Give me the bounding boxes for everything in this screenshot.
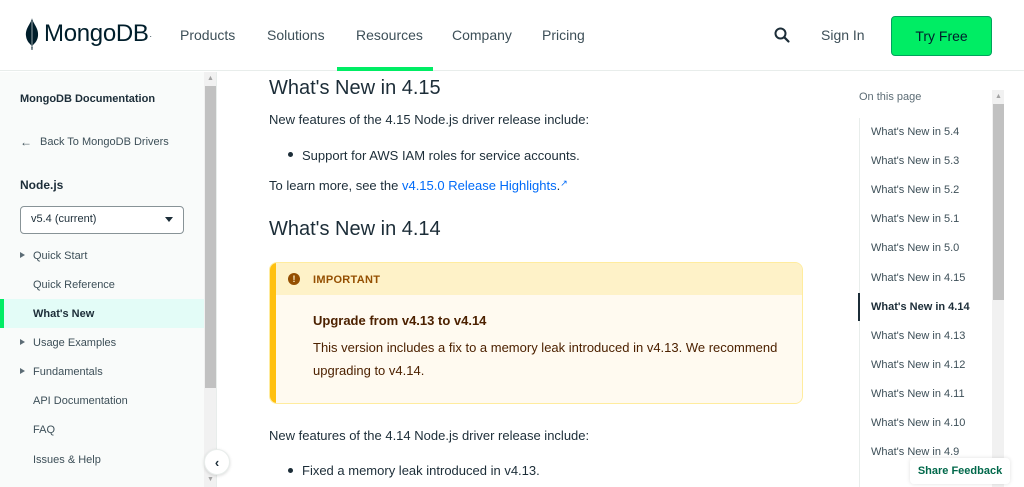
- try-free-button[interactable]: Try Free: [891, 16, 992, 56]
- top-navigation: MongoDB. Products Solutions Resources Co…: [0, 0, 1024, 71]
- back-link-label: Back To MongoDB Drivers: [40, 136, 169, 148]
- nav-active-indicator: [337, 67, 433, 71]
- sidebar-item-label: Issues & Help: [33, 453, 101, 466]
- sidebar-item-api-documentation[interactable]: API Documentation: [0, 386, 204, 415]
- toc-item[interactable]: What's New in 5.0: [871, 242, 959, 254]
- list-item: Fixed a memory leak introduced in v4.13.: [302, 463, 540, 478]
- external-link-icon: ↗: [560, 178, 568, 188]
- callout-title: Upgrade from v4.13 to v4.14: [313, 313, 487, 328]
- sidebar-item-issues-help[interactable]: Issues & Help: [0, 445, 204, 474]
- important-callout: Upgrade from v4.13 to v4.14 This version…: [269, 262, 803, 404]
- sign-in-link[interactable]: Sign In: [821, 27, 865, 43]
- back-link[interactable]: ← Back To MongoDB Drivers: [20, 135, 169, 149]
- sidebar-scrollbar-thumb[interactable]: [205, 86, 216, 388]
- share-feedback-button[interactable]: Share Feedback: [910, 458, 1010, 484]
- toc-active-indicator: [858, 293, 860, 321]
- caret-down-icon: [165, 217, 173, 222]
- leaf-icon: [25, 18, 39, 50]
- sidebar-section-title: Node.js: [20, 178, 64, 192]
- paragraph-415-intro: New features of the 4.15 Node.js driver …: [269, 112, 590, 127]
- release-highlights-link[interactable]: v4.15.0 Release Highlights: [402, 178, 557, 193]
- toc-item[interactable]: What's New in 5.3: [871, 155, 959, 167]
- caret-right-icon: [20, 368, 25, 374]
- nav-resources[interactable]: Resources: [356, 27, 423, 43]
- sidebar-item-label: API Documentation: [33, 394, 128, 407]
- sidebar-item-label: Quick Start: [33, 249, 88, 262]
- toc-item[interactable]: What's New in 4.9: [871, 446, 959, 458]
- list-item: Support for AWS IAM roles for service ac…: [302, 148, 580, 163]
- arrow-left-icon: ←: [20, 135, 32, 149]
- callout-text: This version includes a fix to a memory …: [313, 340, 778, 378]
- logo-text: MongoDB: [44, 20, 149, 47]
- callout-body: Upgrade from v4.13 to v4.14 This version…: [270, 295, 802, 403]
- sidebar-title: MongoDB Documentation: [20, 93, 156, 105]
- sidebar-item-usage-examples[interactable]: Usage Examples: [0, 328, 204, 357]
- nav-pricing[interactable]: Pricing: [542, 27, 585, 43]
- caret-right-icon: [20, 339, 25, 345]
- callout-label: IMPORTANT: [313, 274, 381, 286]
- toc-item[interactable]: What's New in 4.13: [871, 330, 965, 342]
- toc-item[interactable]: What's New in 5.2: [871, 184, 959, 196]
- bullet-icon: [288, 152, 293, 157]
- paragraph-learn-more: To learn more, see the v4.15.0 Release H…: [269, 178, 568, 193]
- heading-whats-new-414: What's New in 4.14: [269, 218, 441, 240]
- paragraph-414-intro: New features of the 4.14 Node.js driver …: [269, 428, 590, 443]
- heading-whats-new-415: What's New in 4.15: [269, 77, 441, 99]
- logo-registered-mark: .: [149, 29, 152, 39]
- chevron-left-icon: ‹: [214, 454, 220, 470]
- toc-item[interactable]: What's New in 5.1: [871, 213, 959, 225]
- mongodb-logo[interactable]: MongoDB.: [24, 18, 152, 50]
- scroll-up-icon[interactable]: ▲: [995, 93, 1002, 100]
- toc-item-active[interactable]: What's New in 4.14: [871, 301, 970, 313]
- callout-accent-bar: [270, 263, 276, 403]
- sidebar-item-faq[interactable]: FAQ: [0, 415, 204, 444]
- sidebar-item-whats-new[interactable]: What's New: [0, 299, 204, 328]
- scroll-down-icon[interactable]: ▼: [207, 476, 214, 483]
- learn-more-prefix: To learn more, see the: [269, 178, 402, 193]
- collapse-sidebar-button[interactable]: ‹: [204, 449, 230, 475]
- sidebar-item-quick-start[interactable]: Quick Start: [0, 241, 204, 270]
- sidebar-item-label: What's New: [33, 307, 95, 320]
- nav-company[interactable]: Company: [452, 27, 512, 43]
- toc-scrollbar-thumb[interactable]: [993, 104, 1004, 300]
- caret-right-icon: [20, 252, 25, 258]
- nav-solutions[interactable]: Solutions: [267, 27, 325, 43]
- toc-heading: On this page: [859, 91, 922, 103]
- sidebar-item-label: Usage Examples: [33, 336, 117, 349]
- important-icon: !: [288, 273, 300, 285]
- left-sidebar: MongoDB Documentation ← Back To MongoDB …: [0, 72, 217, 487]
- sidebar-item-label: FAQ: [33, 423, 56, 436]
- sidebar-item-quick-reference[interactable]: Quick Reference: [0, 270, 204, 299]
- search-icon[interactable]: [773, 26, 791, 44]
- version-select[interactable]: v5.4 (current): [20, 206, 184, 234]
- version-select-value: v5.4 (current): [31, 213, 97, 225]
- toc-item[interactable]: What's New in 4.15: [871, 272, 965, 284]
- sidebar-item-fundamentals[interactable]: Fundamentals: [0, 357, 204, 386]
- toc-item[interactable]: What's New in 5.4: [871, 126, 959, 138]
- nav-products[interactable]: Products: [180, 27, 235, 43]
- toc-item[interactable]: What's New in 4.12: [871, 359, 965, 371]
- scroll-up-icon[interactable]: ▲: [207, 75, 214, 82]
- sidebar-item-label: Quick Reference: [33, 278, 115, 291]
- toc-item[interactable]: What's New in 4.10: [871, 417, 965, 429]
- toc-item[interactable]: What's New in 4.11: [871, 388, 965, 400]
- bullet-icon: [288, 468, 293, 473]
- sidebar-item-label: Fundamentals: [33, 365, 103, 378]
